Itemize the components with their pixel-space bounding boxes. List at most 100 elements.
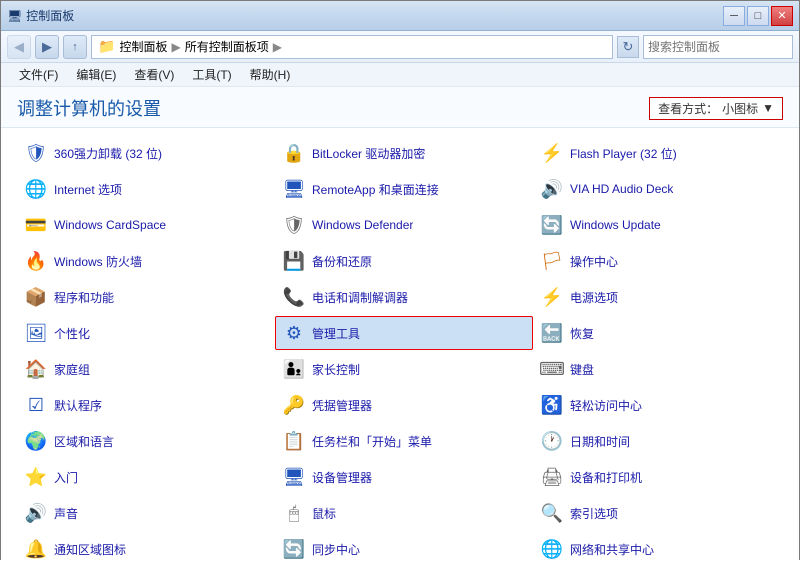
minimize-button[interactable]: ─ — [723, 6, 745, 26]
menu-tools[interactable]: 工具(T) — [184, 64, 239, 85]
item-label: 个性化 — [54, 325, 90, 342]
list-item[interactable]: 🛡Windows Defender — [275, 208, 533, 242]
list-item[interactable]: ♿轻松访问中心 — [533, 388, 791, 422]
item-icon: 🖥 — [282, 465, 306, 489]
item-icon: 🖥 — [282, 177, 306, 201]
item-icon: 🔥 — [24, 249, 48, 273]
list-item[interactable]: 🏳操作中心 — [533, 244, 791, 278]
item-label: 索引选项 — [570, 505, 618, 522]
view-header: 调整计算机的设置 查看方式： 小图标 ▼ — [1, 87, 799, 128]
list-item[interactable]: 💾备份和还原 — [275, 244, 533, 278]
view-mode-selector[interactable]: 查看方式： 小图标 ▼ — [649, 97, 783, 120]
list-item[interactable]: 🛡360强力卸载 (32 位) — [17, 136, 275, 170]
list-item[interactable]: 📞电话和调制解调器 — [275, 280, 533, 314]
item-icon: 🔊 — [24, 501, 48, 525]
list-item[interactable]: 🖱鼠标 — [275, 496, 533, 530]
close-button[interactable]: ✕ — [771, 6, 793, 26]
list-item[interactable]: ☑默认程序 — [17, 388, 275, 422]
list-item[interactable]: 🔄 Windows Update — [533, 208, 791, 242]
page-title: 调整计算机的设置 — [17, 95, 161, 121]
forward-button[interactable]: ▶ — [35, 35, 59, 59]
address-sep: ▶ — [171, 40, 180, 54]
item-icon: 🌍 — [24, 429, 48, 453]
menu-file[interactable]: 文件(F) — [11, 64, 66, 85]
menu-bar: 文件(F) 编辑(E) 查看(V) 工具(T) 帮助(H) — [1, 63, 799, 87]
list-item[interactable]: 🔊 VIA HD Audio Deck — [533, 172, 791, 206]
address-part-1: 控制面板 — [119, 38, 167, 55]
list-item[interactable]: 🔒BitLocker 驱动器加密 — [275, 136, 533, 170]
list-item[interactable]: ⚡Flash Player (32 位) — [533, 136, 791, 170]
item-icon: ⚡ — [540, 285, 564, 309]
item-label: 鼠标 — [312, 505, 336, 522]
menu-edit[interactable]: 编辑(E) — [68, 64, 124, 85]
list-item[interactable]: 🔥Windows 防火墙 — [17, 244, 275, 278]
menu-help[interactable]: 帮助(H) — [242, 64, 299, 85]
item-icon: 🌐 — [540, 537, 564, 561]
item-icon: 📦 — [24, 285, 48, 309]
list-item[interactable]: 🔙恢复 — [533, 316, 791, 350]
content-wrapper: 调整计算机的设置 查看方式： 小图标 ▼ 🛡360强力卸载 (32 位)🔒Bit… — [1, 87, 799, 561]
list-item[interactable]: 🖥RemoteApp 和桌面连接 — [275, 172, 533, 206]
nav-bar: ◀ ▶ ↑ 📁 控制面板 ▶ 所有控制面板项 ▶ ↻ 🔍 — [1, 31, 799, 63]
view-mode-value: 小图标 — [722, 100, 758, 117]
list-item[interactable]: 🔑凭据管理器 — [275, 388, 533, 422]
list-item[interactable]: 🌍区域和语言 — [17, 424, 275, 458]
address-part-2: 所有控制面板项 — [185, 38, 269, 55]
back-button[interactable]: ◀ — [7, 35, 31, 59]
list-item[interactable]: 🔔通知区域图标 — [17, 532, 275, 561]
item-label: VIA HD Audio Deck — [570, 182, 673, 196]
item-label: 网络和共享中心 — [570, 541, 654, 558]
list-item[interactable]: ⭐入门 — [17, 460, 275, 494]
item-label: 备份和还原 — [312, 253, 372, 270]
list-item[interactable]: 🔍 索引选项 — [533, 496, 791, 530]
item-label: Windows Update — [570, 218, 661, 232]
item-label: Windows CardSpace — [54, 218, 166, 232]
search-bar: 🔍 — [643, 35, 793, 59]
list-item[interactable]: 🖼 个性化 — [17, 316, 275, 350]
item-label: 入门 — [54, 469, 78, 486]
list-item[interactable]: ⚡ 电源选项 — [533, 280, 791, 314]
list-item[interactable]: 🕐日期和时间 — [533, 424, 791, 458]
list-item[interactable]: 👨‍👦家长控制 — [275, 352, 533, 386]
list-item[interactable]: 🖥设备管理器 — [275, 460, 533, 494]
refresh-button[interactable]: ↻ — [617, 36, 639, 58]
items-area: 🛡360强力卸载 (32 位)🔒BitLocker 驱动器加密⚡Flash Pl… — [1, 128, 799, 561]
list-item[interactable]: ⌨键盘 — [533, 352, 791, 386]
item-label: 默认程序 — [54, 397, 102, 414]
list-item[interactable]: 🌐Internet 选项 — [17, 172, 275, 206]
menu-view[interactable]: 查看(V) — [126, 64, 182, 85]
up-button[interactable]: ↑ — [63, 35, 87, 59]
list-item[interactable]: 💳Windows CardSpace — [17, 208, 275, 242]
address-bar: 📁 控制面板 ▶ 所有控制面板项 ▶ — [91, 35, 613, 59]
title-bar: 🖥 控制面板 ─ □ ✕ — [1, 1, 799, 31]
list-item[interactable]: 📦 程序和功能 — [17, 280, 275, 314]
item-icon: 🖼 — [24, 321, 48, 345]
item-label: 任务栏和「开始」菜单 — [312, 433, 432, 450]
item-icon: 🔊 — [540, 177, 564, 201]
item-icon: 🛡 — [282, 213, 306, 237]
item-label: 家长控制 — [312, 361, 360, 378]
list-item[interactable]: 🔄同步中心 — [275, 532, 533, 561]
item-icon: 📋 — [282, 429, 306, 453]
list-item[interactable]: 📋 任务栏和「开始」菜单 — [275, 424, 533, 458]
list-item[interactable]: 🖨设备和打印机 — [533, 460, 791, 494]
list-item[interactable]: 🌐 网络和共享中心 — [533, 532, 791, 561]
item-label: 声音 — [54, 505, 78, 522]
item-label: 电源选项 — [570, 289, 618, 306]
item-label: 程序和功能 — [54, 289, 114, 306]
item-label: 键盘 — [570, 361, 594, 378]
item-label: 通知区域图标 — [54, 541, 126, 558]
list-item[interactable]: 🏠家庭组 — [17, 352, 275, 386]
list-item[interactable]: ⚙管理工具 — [275, 316, 533, 350]
chevron-down-icon: ▼ — [762, 101, 774, 115]
item-icon: 🌐 — [24, 177, 48, 201]
item-icon: 🛡 — [24, 141, 48, 165]
item-icon: 🔍 — [540, 501, 564, 525]
title-text: 控制面板 — [26, 7, 74, 24]
search-input[interactable] — [648, 40, 800, 54]
item-icon: 🔄 — [540, 213, 564, 237]
maximize-button[interactable]: □ — [747, 6, 769, 26]
item-icon: ⚡ — [540, 141, 564, 165]
item-icon: 🔒 — [282, 141, 306, 165]
list-item[interactable]: 🔊 声音 — [17, 496, 275, 530]
